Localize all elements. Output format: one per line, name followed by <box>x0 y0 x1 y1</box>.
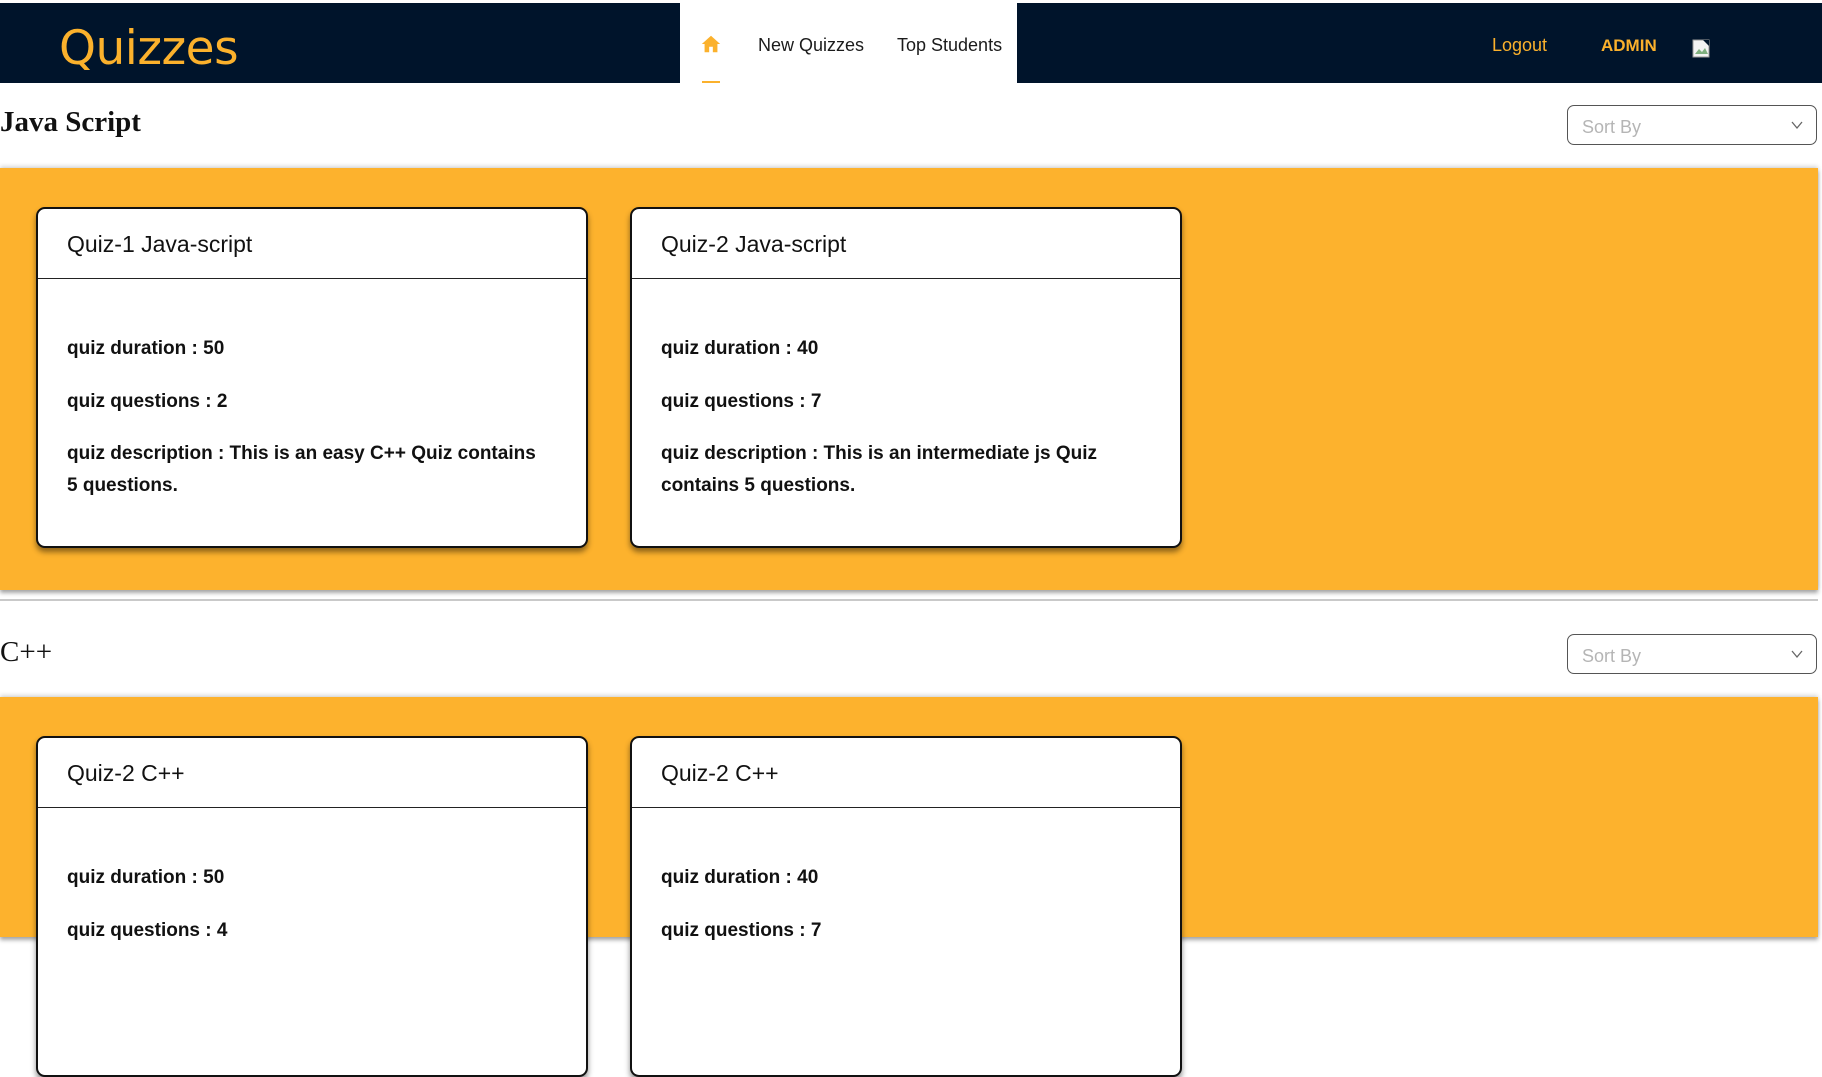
nav-new-quizzes[interactable]: New Quizzes <box>758 35 864 56</box>
quiz-title: Quiz-2 Java-script <box>661 231 847 257</box>
quiz-duration: quiz duration : 50 <box>67 867 225 888</box>
quiz-questions: quiz questions : 7 <box>661 920 822 941</box>
chevron-down-icon <box>1791 121 1803 130</box>
broken-image-icon[interactable] <box>1692 39 1712 59</box>
chevron-down-icon <box>1791 650 1803 659</box>
quiz-description: quiz description : This is an easy C++ Q… <box>67 443 536 496</box>
card-header: Quiz-1 Java-script <box>38 209 586 279</box>
sort-placeholder: Sort By <box>1582 117 1642 137</box>
sort-placeholder: Sort By <box>1582 646 1642 666</box>
card-header: Quiz-2 C++ <box>38 738 586 808</box>
quiz-questions: quiz questions : 2 <box>67 391 228 412</box>
nav-top-students[interactable]: Top Students <box>897 35 1002 56</box>
brand-logo[interactable]: Quizzes <box>59 21 239 77</box>
sort-by-select[interactable]: Sort By <box>1567 105 1817 145</box>
quiz-description: quiz description : This is an intermedia… <box>661 443 1098 496</box>
quiz-questions: quiz questions : 7 <box>661 391 822 412</box>
nav-tabs: New Quizzes Top Students <box>680 3 1017 83</box>
quiz-card[interactable]: Quiz-2 C++ quiz duration : 40 quiz quest… <box>630 736 1182 1077</box>
quiz-title: Quiz-1 Java-script <box>67 231 253 257</box>
quiz-duration: quiz duration : 50 <box>67 338 225 359</box>
home-icon[interactable] <box>700 33 722 55</box>
card-header: Quiz-2 Java-script <box>632 209 1180 279</box>
top-navbar: Quizzes New Quizzes Top Students Logout … <box>0 3 1822 83</box>
section-divider <box>0 599 1818 601</box>
sort-by-select[interactable]: Sort By <box>1567 634 1817 674</box>
logout-link[interactable]: Logout <box>1492 35 1547 56</box>
quiz-card[interactable]: Quiz-1 Java-script quiz duration : 50 qu… <box>36 207 588 548</box>
quiz-card[interactable]: Quiz-2 Java-script quiz duration : 40 qu… <box>630 207 1182 548</box>
quiz-duration: quiz duration : 40 <box>661 867 819 888</box>
quiz-title: Quiz-2 C++ <box>661 760 779 786</box>
section-title-javascript: Java Script <box>0 106 141 138</box>
section-title-cpp: C++ <box>0 636 53 668</box>
quiz-duration: quiz duration : 40 <box>661 338 819 359</box>
card-header: Quiz-2 C++ <box>632 738 1180 808</box>
quiz-title: Quiz-2 C++ <box>67 760 185 786</box>
quiz-questions: quiz questions : 4 <box>67 920 228 941</box>
quiz-card[interactable]: Quiz-2 C++ quiz duration : 50 quiz quest… <box>36 736 588 1077</box>
user-name[interactable]: ADMIN <box>1601 36 1657 56</box>
active-tab-indicator <box>702 81 720 83</box>
